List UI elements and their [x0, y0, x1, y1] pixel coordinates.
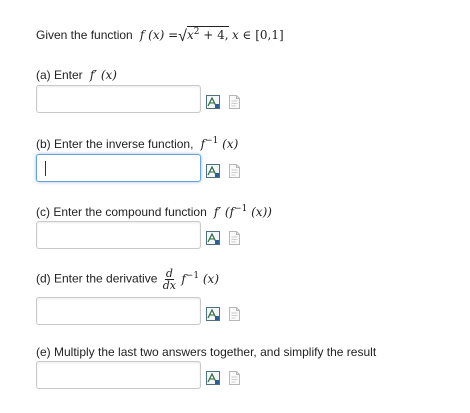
- part-c-tools: [206, 231, 245, 245]
- part-a-answer-input[interactable]: [36, 85, 201, 113]
- equation-editor-icon[interactable]: [206, 164, 220, 178]
- preview-icon[interactable]: [227, 307, 241, 321]
- part-a-tools: [206, 95, 245, 109]
- part-b-formula: f−1 (x): [196, 136, 239, 151]
- equation-editor-icon[interactable]: [206, 307, 220, 321]
- derivative-fraction: d dx: [162, 267, 176, 292]
- equation-editor-icon[interactable]: [206, 371, 220, 385]
- preview-icon[interactable]: [227, 231, 241, 245]
- part-b-label: (b) Enter the inverse function, f−1 (x): [36, 136, 239, 151]
- part-c-answer-input[interactable]: [36, 221, 201, 249]
- equation-editor-icon[interactable]: [206, 95, 220, 109]
- part-e-tools: [206, 371, 245, 385]
- intro-text: Given the function: [36, 28, 133, 42]
- part-d-formula: f−1 (x): [181, 270, 220, 286]
- part-b-tools: [206, 164, 245, 178]
- formula-lhs: f (x) =: [136, 28, 179, 42]
- formula-domain: x: [231, 28, 239, 42]
- sqrt-body: x2 + 4,: [186, 26, 229, 42]
- preview-icon[interactable]: [227, 371, 241, 385]
- part-d-tools: [206, 307, 245, 321]
- text-caret: [45, 161, 46, 176]
- part-c-formula: f′ (f−1 (x)): [210, 204, 272, 219]
- equation-editor-icon[interactable]: [206, 231, 220, 245]
- sqrt-symbol: √: [178, 28, 187, 45]
- part-d-label: (d) Enter the derivative d dx f−1 (x): [36, 267, 220, 292]
- problem-statement: Given the function f (x) =√x2 + 4, x ∈ […: [36, 26, 284, 45]
- part-e-label: (e) Multiply the last two answers togeth…: [36, 345, 377, 359]
- part-a-formula: f′ (x): [86, 68, 117, 82]
- preview-icon[interactable]: [227, 95, 241, 109]
- part-e-answer-input[interactable]: [36, 361, 201, 389]
- preview-icon[interactable]: [227, 164, 241, 178]
- part-a-label: (a) Enter f′ (x): [36, 68, 117, 82]
- part-c-label: (c) Enter the compound function f′ (f−1 …: [36, 204, 272, 219]
- part-b-answer-input[interactable]: [36, 154, 201, 182]
- part-d-answer-input[interactable]: [36, 297, 201, 325]
